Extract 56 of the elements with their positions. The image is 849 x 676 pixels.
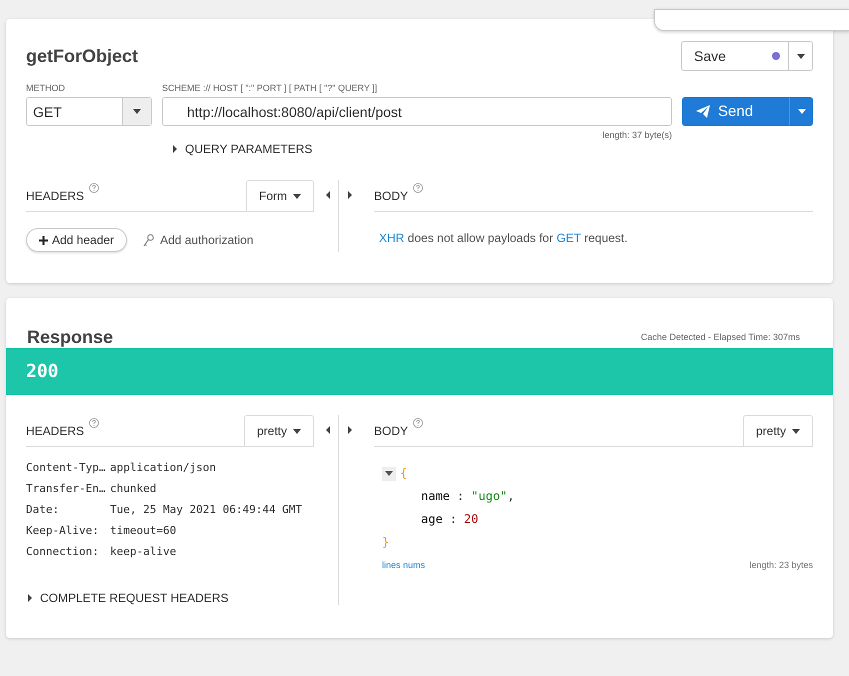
format-dropdown[interactable]: Form (246, 180, 314, 211)
body-message: XHR does not allow payloads for GET request. (379, 231, 629, 245)
json-comma: , (507, 488, 514, 505)
json-brace: { (400, 465, 408, 482)
paper-plane-icon (696, 105, 710, 118)
header-name: Content-Typ… (26, 461, 106, 474)
add-header-button[interactable]: Add header (26, 228, 128, 252)
section-label: BODY (374, 424, 408, 438)
json-key: age (421, 508, 443, 531)
help-icon[interactable] (89, 183, 100, 193)
json-value: 20 (464, 511, 478, 528)
key-icon (143, 234, 154, 246)
status-bar: 200 (6, 348, 833, 395)
query-parameters-toggle[interactable]: QUERY PARAMETERS (173, 142, 312, 156)
json-colon: : (456, 488, 464, 505)
section-label: HEADERS (26, 189, 84, 203)
header-name: Transfer-En… (26, 482, 106, 495)
method-dropdown[interactable]: GET (26, 97, 152, 126)
line-numbers-link[interactable]: lines nums (382, 560, 426, 570)
caret-icon (798, 109, 806, 114)
section-label: HEADERS (26, 424, 84, 438)
json-value: "ugo" (471, 488, 508, 505)
header-name: Connection: (26, 545, 100, 558)
header-name: Keep-Alive: (26, 524, 100, 537)
field-label: METHOD (26, 83, 66, 93)
help-icon[interactable] (413, 418, 424, 428)
complete-request-headers-toggle[interactable]: COMPLETE REQUEST HEADERS (26, 591, 228, 605)
format-dropdown[interactable]: pretty (244, 415, 314, 446)
header-value: chunked (110, 482, 158, 495)
add-authorization-link[interactable]: Add authorization (143, 233, 254, 247)
caret-icon (792, 428, 800, 434)
json-key: name (421, 485, 450, 508)
section-label: BODY (374, 189, 408, 203)
body-length: length: 23 bytes (749, 560, 813, 570)
help-icon[interactable] (413, 183, 424, 193)
header-value: Tue, 25 May 2021 06:49:44 GMT (110, 503, 304, 516)
url-field[interactable]: http://localhost:8080/api/client/post (162, 97, 672, 126)
plus-icon (39, 236, 48, 244)
caret-icon (796, 54, 804, 58)
json-brace: } (382, 534, 390, 551)
header-name: Date: (26, 503, 60, 516)
caret-icon (293, 194, 301, 198)
header-value: timeout=60 (110, 524, 178, 537)
request-title: getForObject (26, 46, 138, 66)
caret-icon (133, 109, 141, 114)
elapsed-time: Cache Detected - Elapsed Time: 307ms (640, 332, 800, 344)
header-value: application/json (110, 461, 217, 474)
collapse-toggle[interactable] (382, 466, 396, 480)
header-value: keep-alive (110, 545, 178, 558)
format-dropdown[interactable]: pretty (742, 415, 813, 446)
url-length: length: 37 byte(s) (601, 130, 672, 140)
response-title: Response (27, 327, 114, 348)
caret-icon (293, 428, 301, 434)
field-label: SCHEME :// HOST [ ":" PORT ] [ PATH [ "?" QUERY ]] (162, 83, 378, 93)
help-icon[interactable] (89, 418, 100, 428)
json-colon: : (450, 511, 457, 528)
